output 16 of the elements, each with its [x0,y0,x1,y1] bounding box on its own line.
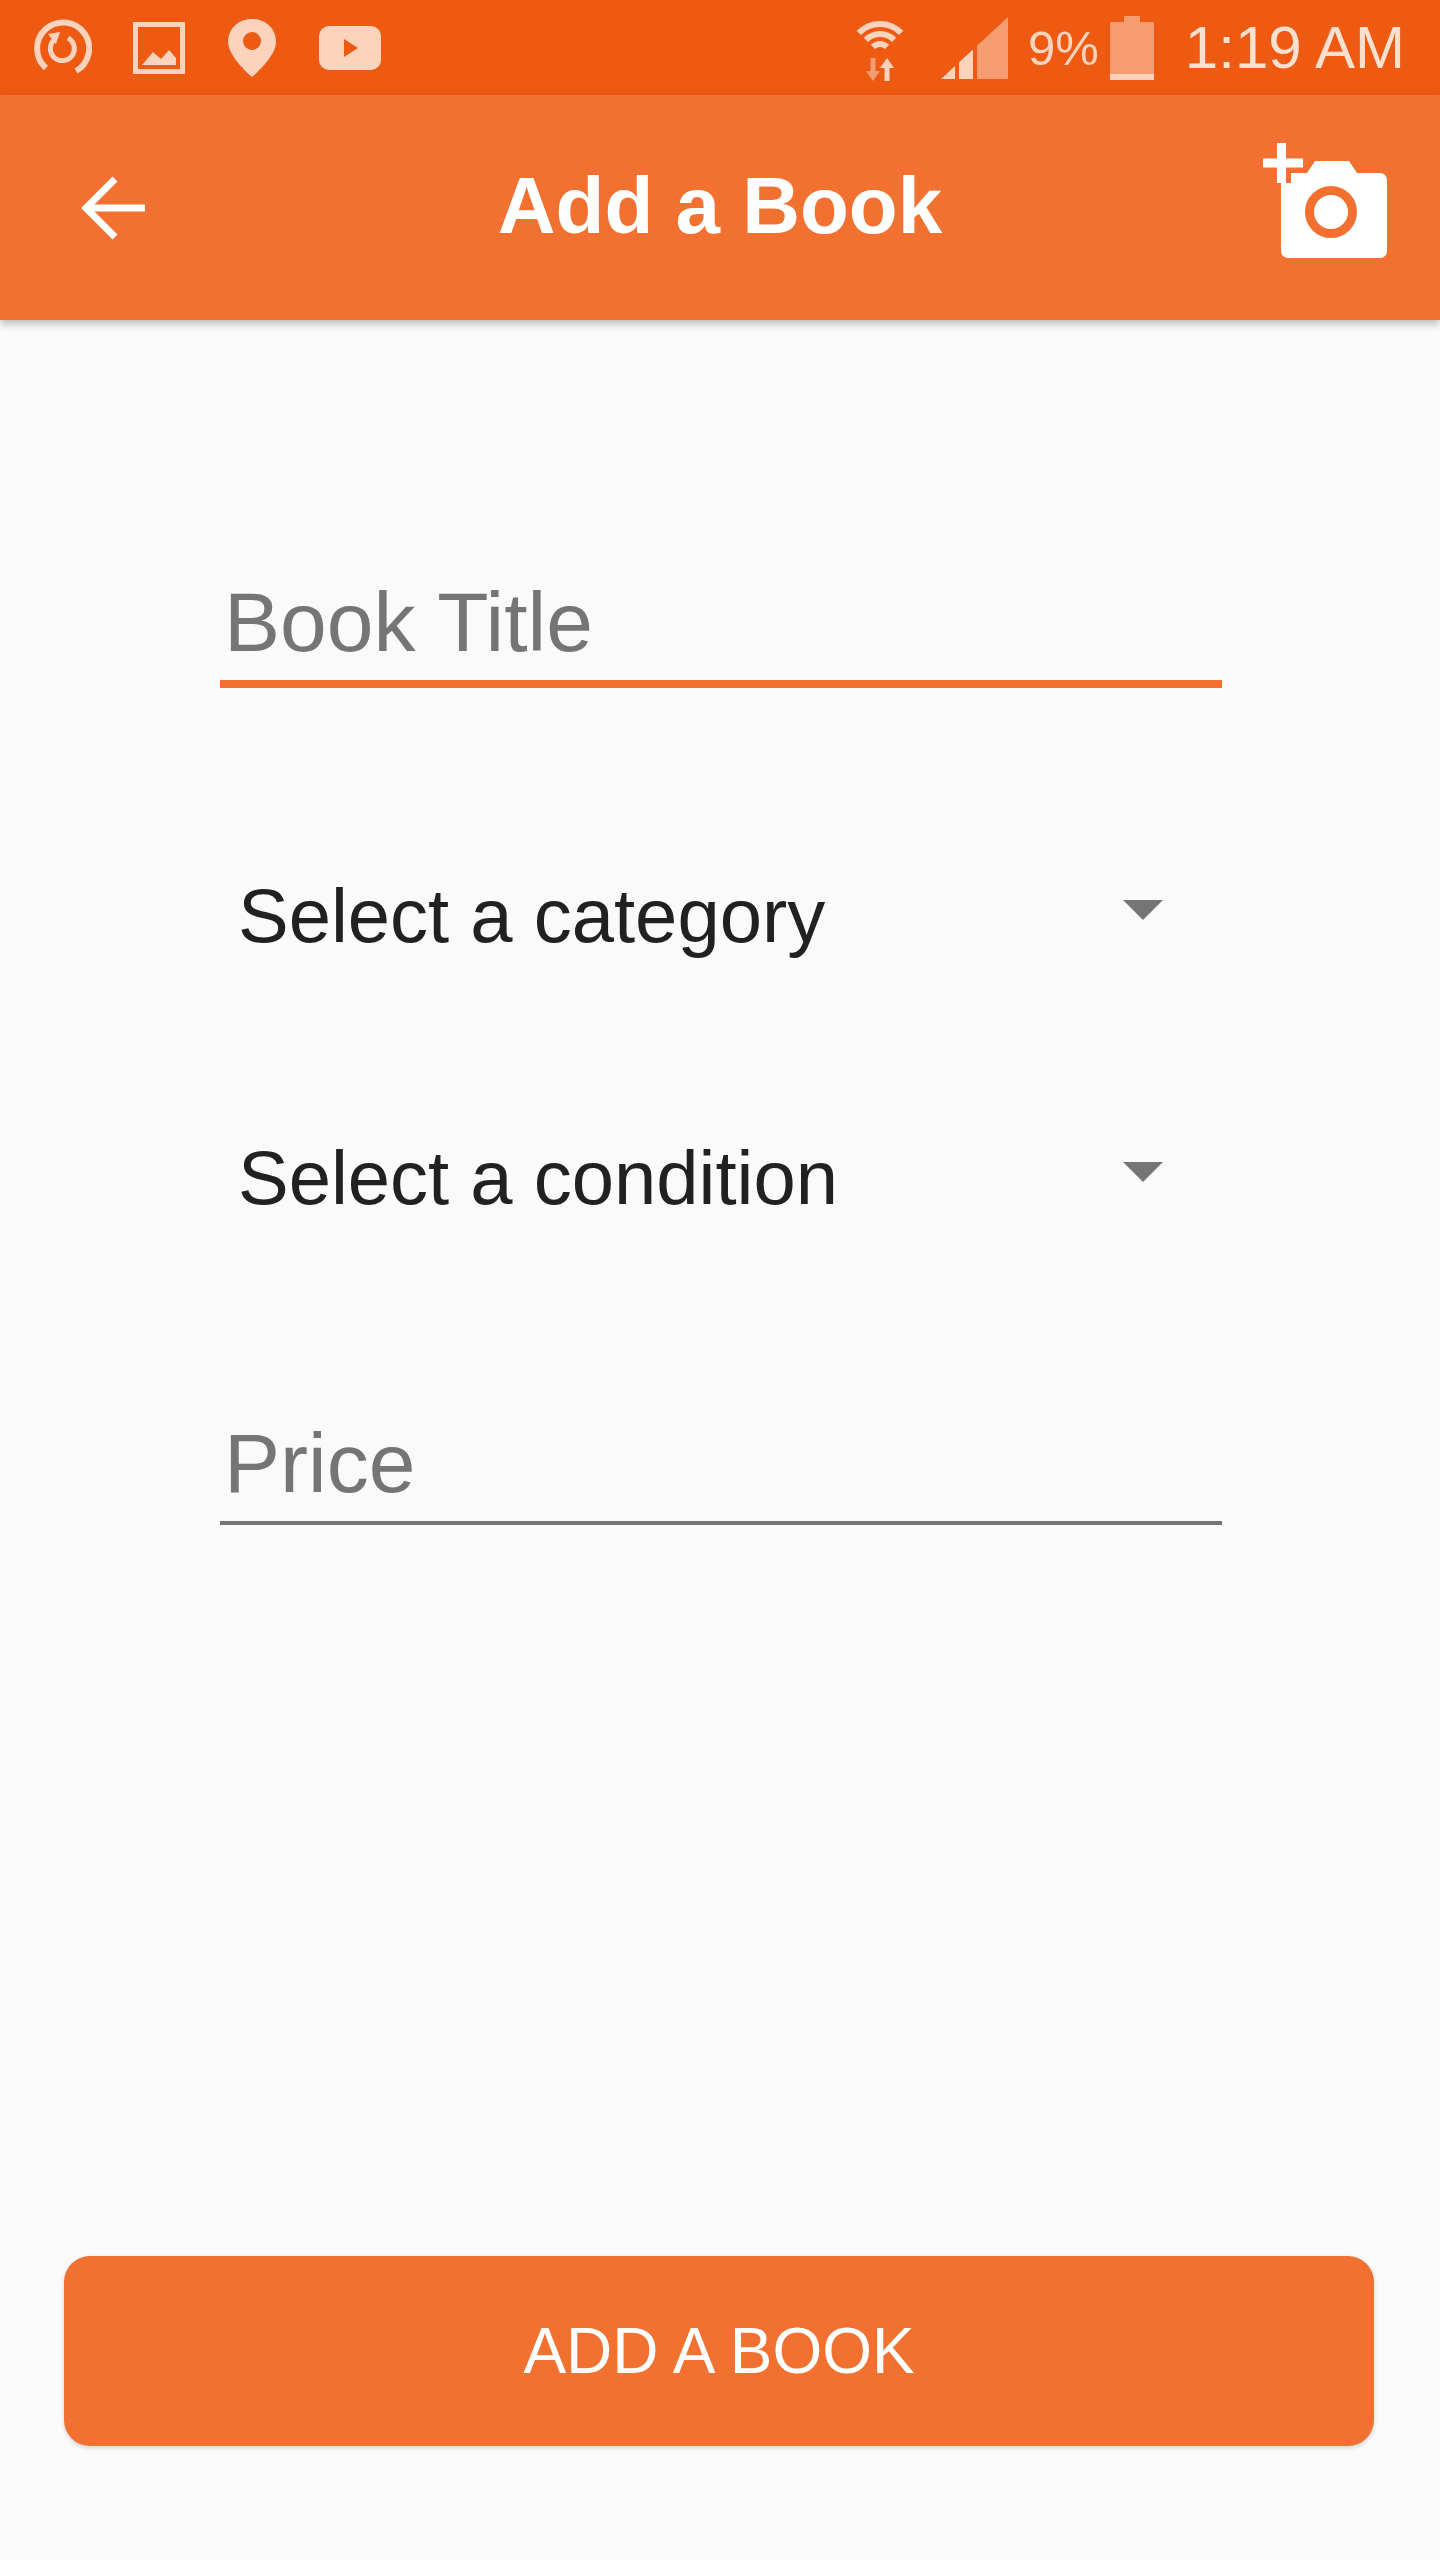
dropdown-field[interactable]: Select a category [220,855,1218,975]
text-input-field[interactable]: Book Title [220,564,1222,688]
back-icon[interactable] [81,174,145,241]
signal-icon [941,16,1009,79]
text-input-field[interactable]: Price [220,1405,1222,1525]
clock-time: 1:19 AM [1184,13,1405,82]
location-pin-icon [226,16,278,79]
image-icon [133,21,185,74]
page-title: Add a Book [497,159,943,252]
dropdown-field[interactable]: Select a condition [220,1117,1218,1237]
battery-percent: 9% [1028,19,1099,76]
caret-down-icon [1123,1162,1163,1182]
camera-plus-icon[interactable] [1263,143,1387,258]
battery-icon [1109,15,1154,80]
video-play-icon [319,25,381,70]
caret-down-icon [1123,900,1163,920]
